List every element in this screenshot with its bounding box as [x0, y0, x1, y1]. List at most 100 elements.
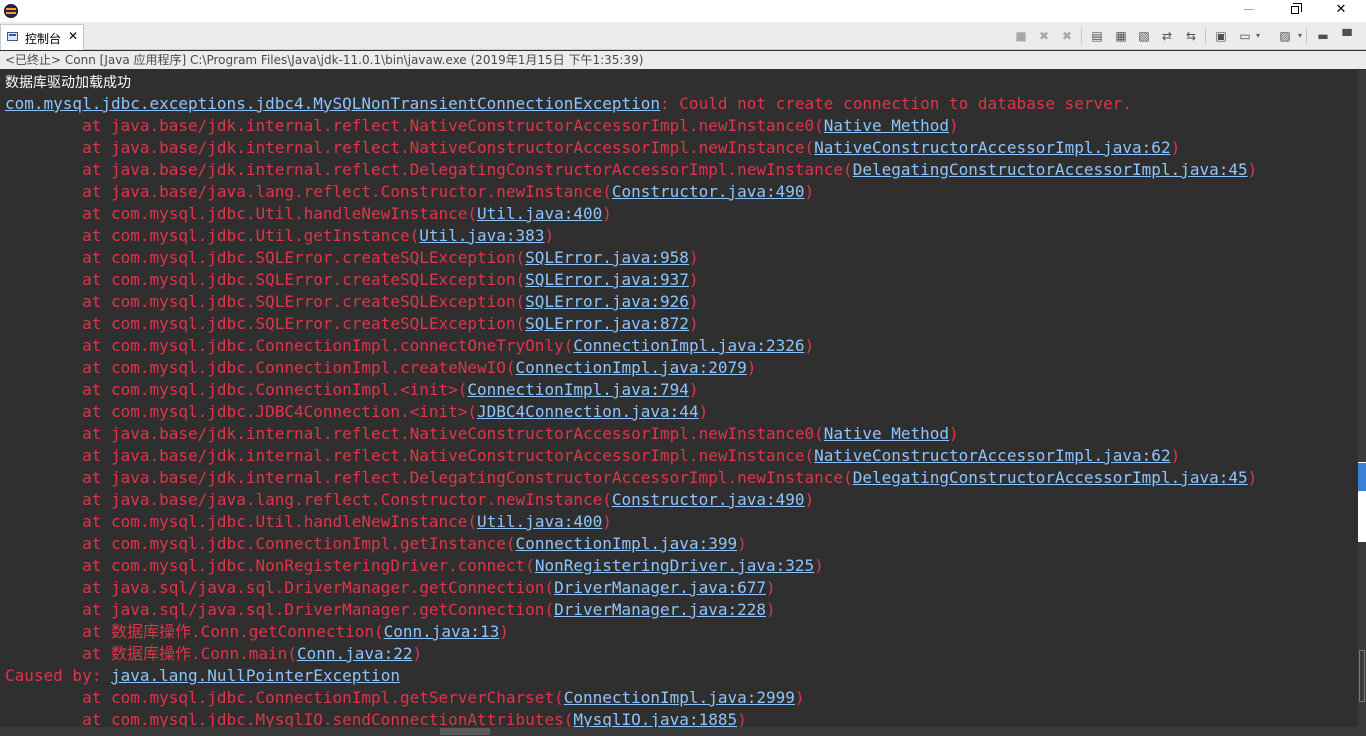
terminate-button[interactable]: ■ [1012, 27, 1030, 45]
view-maximize-button[interactable]: ▀ [1338, 27, 1356, 45]
remove-launch-button[interactable]: ✖ [1035, 27, 1053, 45]
stack-frame-source-link[interactable]: Native Method [824, 116, 949, 135]
display-console-button[interactable]: ▭ [1236, 27, 1254, 45]
console-line: at java.sql/java.sql.DriverManager.getCo… [5, 577, 776, 599]
stack-frame-text: at com.mysql.jdbc.SQLError.createSQLExce… [5, 314, 526, 333]
scroll-lock-button[interactable]: ▦ [1112, 27, 1130, 45]
view-minimize-button[interactable]: ▬ [1314, 27, 1332, 45]
stack-frame-source-link[interactable]: SQLError.java:872 [525, 314, 689, 333]
stack-frame-source-link[interactable]: Util.java:400 [477, 512, 602, 531]
stack-frame-close-paren: ) [804, 490, 815, 509]
stack-frame-source-link[interactable]: DriverManager.java:677 [554, 578, 766, 597]
console-line: at java.sql/java.sql.DriverManager.getCo… [5, 599, 776, 621]
stack-frame-close-paren: ) [1170, 138, 1181, 157]
stack-frame-source-link[interactable]: ConnectionImpl.java:794 [467, 380, 689, 399]
chevron-down-icon[interactable]: ▾ [1298, 28, 1306, 44]
pin-console-button[interactable]: ▣ [1212, 27, 1230, 45]
horizontal-scrollbar[interactable] [0, 727, 1358, 736]
stack-frame-text: at com.mysql.jdbc.ConnectionImpl.<init>( [5, 380, 468, 399]
stack-frame-close-paren: ) [1247, 468, 1258, 487]
stack-frame-source-link[interactable]: NonRegisteringDriver.java:325 [535, 556, 814, 575]
stack-frame-close-paren: ) [737, 534, 747, 553]
stack-frame-close-paren: ) [688, 248, 699, 267]
stack-frame-source-link[interactable]: ConnectionImpl.java:2079 [516, 358, 747, 377]
stack-frame-close-paren: ) [499, 622, 509, 641]
tab-console-label: 控制台 [25, 32, 62, 46]
exception-class-link[interactable]: com.mysql.jdbc.exceptions.jdbc4.MySQLNon… [5, 94, 660, 113]
stack-frame-source-link[interactable]: SQLError.java:926 [525, 292, 689, 311]
stack-frame-text: at com.mysql.jdbc.ConnectionImpl.getServ… [5, 688, 564, 707]
stack-frame-source-link[interactable]: NativeConstructorAccessorImpl.java:62 [814, 138, 1170, 157]
show-on-stdout-button[interactable]: ⇄ [1158, 27, 1176, 45]
console-line: at com.mysql.jdbc.Util.getInstance(Util.… [5, 225, 554, 247]
restore-window-button[interactable] [1272, 0, 1318, 22]
stack-frame-text: at java.base/jdk.internal.reflect.Delega… [5, 468, 853, 487]
stack-frame-source-link[interactable]: ConnectionImpl.java:2999 [564, 688, 795, 707]
console-message: 数据库驱动加载成功 [5, 75, 131, 91]
stack-frame-close-paren: ) [688, 270, 699, 289]
stack-frame-source-link[interactable]: Conn.java:22 [297, 644, 413, 663]
stack-frame-source-link[interactable]: DelegatingConstructorAccessorImpl.java:4… [853, 468, 1248, 487]
vertical-scrollbar[interactable] [1358, 70, 1366, 736]
stack-frame-close-paren: ) [949, 116, 959, 135]
console-output[interactable]: 数据库驱动加载成功 com.mysql.jdbc.exceptions.jdbc4… [0, 70, 1358, 736]
stack-frame-close-paren: ) [804, 182, 815, 201]
console-line: at com.mysql.jdbc.ConnectionImpl.getServ… [5, 687, 804, 709]
clear-console-button[interactable]: ▤ [1088, 27, 1106, 45]
horizontal-scrollbar-thumb[interactable] [440, 728, 490, 735]
close-window-button[interactable]: ✕ [1318, 0, 1364, 22]
show-on-stderr-button[interactable]: ⇆ [1182, 27, 1200, 45]
minimize-window-button[interactable] [1226, 0, 1272, 22]
stack-frame-text: at com.mysql.jdbc.SQLError.createSQLExce… [5, 248, 526, 267]
stack-frame-close-paren: ) [688, 380, 699, 399]
stack-frame-source-link[interactable]: Native Method [824, 424, 949, 443]
console-view-tabbar: 控制台 ✕ ■ ✖ ✖ ▤ ▦ ▧ ⇄ ⇆ ▣ ▭ ▨ ▬ ▀ ▾ ▾ [0, 22, 1366, 50]
tab-console[interactable]: 控制台 ✕ [0, 24, 84, 50]
stack-frame-text: at 数据库操作.Conn.getConnection( [5, 622, 384, 641]
stack-frame-close-paren: ) [746, 358, 757, 377]
show-on-stderr-icon: ⇆ [1185, 29, 1197, 43]
stack-frame-text: at java.base/jdk.internal.reflect.Native… [5, 116, 824, 135]
display-console-icon: ▭ [1239, 29, 1251, 43]
stack-frame-close-paren: ) [1247, 160, 1258, 179]
view-maximize-icon: ▀ [1342, 29, 1352, 43]
stack-frame-source-link[interactable]: ConnectionImpl.java:2326 [573, 336, 804, 355]
stack-frame-text: at com.mysql.jdbc.SQLError.createSQLExce… [5, 292, 526, 311]
stack-frame-close-paren: ) [766, 578, 776, 597]
scroll-position-marker [1358, 463, 1366, 491]
stack-frame-close-paren: ) [698, 402, 709, 421]
stack-frame-text: at java.base/jdk.internal.reflect.Delega… [5, 160, 853, 179]
console-line: at com.mysql.jdbc.NonRegisteringDriver.c… [5, 555, 824, 577]
stack-frame-source-link[interactable]: NativeConstructorAccessorImpl.java:62 [814, 446, 1170, 465]
stack-frame-source-link[interactable]: SQLError.java:937 [525, 270, 689, 289]
stack-frame-source-link[interactable]: Util.java:383 [419, 226, 544, 245]
console-line: at java.base/jdk.internal.reflect.Delega… [5, 159, 1257, 181]
stack-frame-source-link[interactable]: JDBC4Connection.java:44 [477, 402, 699, 421]
remove-all-terminated-button[interactable]: ✖ [1058, 27, 1076, 45]
remove-all-terminated-icon: ✖ [1061, 29, 1073, 43]
stack-frame-text: at com.mysql.jdbc.Util.handleNewInstance… [5, 512, 478, 531]
stack-frame-text: at java.sql/java.sql.DriverManager.getCo… [5, 578, 555, 597]
stack-frame-source-link[interactable]: DriverManager.java:228 [554, 600, 766, 619]
stack-frame-close-paren: ) [949, 424, 959, 443]
word-wrap-icon: ▧ [1138, 29, 1150, 43]
stack-frame-source-link[interactable]: Conn.java:13 [384, 622, 500, 641]
console-line: at java.base/java.lang.reflect.Construct… [5, 489, 814, 511]
stack-frame-source-link[interactable]: java.lang.NullPointerException [111, 666, 400, 685]
open-console-icon: ▨ [1279, 29, 1291, 43]
word-wrap-button[interactable]: ▧ [1135, 27, 1153, 45]
stack-frame-source-link[interactable]: DelegatingConstructorAccessorImpl.java:4… [853, 160, 1248, 179]
console-line: at com.mysql.jdbc.ConnectionImpl.createN… [5, 357, 756, 379]
open-console-button[interactable]: ▨ [1276, 27, 1294, 45]
process-status-text: <已终止> Conn [Java 应用程序] C:\Program Files\… [5, 53, 644, 67]
stack-frame-source-link[interactable]: SQLError.java:958 [525, 248, 689, 267]
stack-frame-source-link[interactable]: Constructor.java:490 [612, 490, 805, 509]
stack-frame-text: at com.mysql.jdbc.ConnectionImpl.createN… [5, 358, 516, 377]
chevron-down-icon[interactable]: ▾ [1256, 28, 1264, 44]
stack-frame-source-link[interactable]: Constructor.java:490 [612, 182, 805, 201]
stack-frame-source-link[interactable]: ConnectionImpl.java:399 [516, 534, 738, 553]
tab-close-icon[interactable]: ✕ [68, 29, 78, 43]
overview-ruler [1359, 650, 1365, 702]
stack-frame-source-link[interactable]: Util.java:400 [477, 204, 602, 223]
stack-frame-text: at com.mysql.jdbc.NonRegisteringDriver.c… [5, 556, 535, 575]
